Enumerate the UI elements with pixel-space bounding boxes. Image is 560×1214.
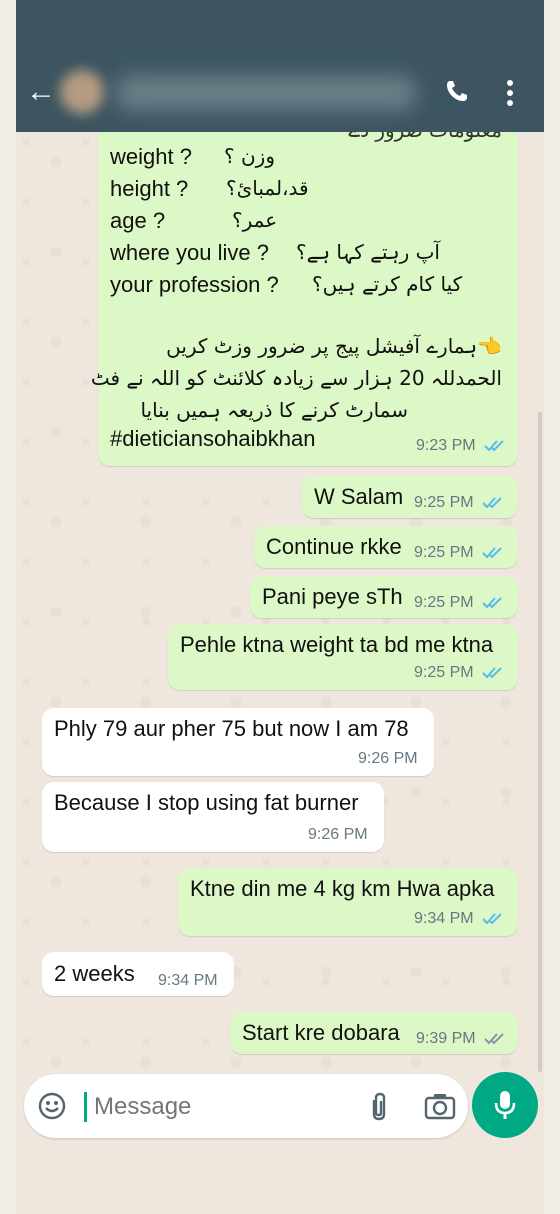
urdu-paragraph-line: 👈ہمارے آفیشل پیج پر ضرور وزٹ کریں	[166, 334, 502, 358]
message-partial-line: معلومات ضرور دے	[348, 132, 502, 142]
message-time: 9:34 PM	[414, 910, 506, 928]
read-ticks-icon	[484, 440, 504, 452]
timestamp: 9:26 PM	[308, 826, 368, 843]
form-line-ur: آپ رہتے کہا ہے؟	[296, 240, 440, 264]
message-text: Phly 79 aur pher 75 but now I am 78	[54, 716, 409, 741]
timestamp: 9:25 PM	[414, 594, 474, 611]
read-ticks-icon	[482, 597, 502, 609]
timestamp: 9:25 PM	[414, 544, 474, 561]
message-composer	[24, 1074, 468, 1138]
message-time: 9:25 PM	[414, 494, 506, 512]
timestamp: 9:39 PM	[416, 1030, 476, 1047]
message-text: Because I stop using fat burner	[54, 790, 359, 815]
message-time: 9:23 PM	[416, 437, 508, 455]
read-ticks-icon	[482, 913, 502, 925]
status-bar	[16, 0, 544, 60]
read-ticks-icon	[482, 547, 502, 559]
timestamp: 9:26 PM	[358, 750, 418, 767]
emoji-icon[interactable]	[38, 1092, 66, 1120]
message-text: W Salam	[314, 484, 404, 509]
more-options-icon[interactable]	[502, 78, 518, 108]
message-time: 9:25 PM	[414, 544, 506, 562]
form-line-ur: عمر؟	[232, 208, 278, 232]
form-line-ur: وزن ؟	[224, 144, 275, 168]
read-ticks-icon	[482, 667, 502, 679]
message-text: 2 weeks	[54, 961, 135, 986]
message-bubble-outgoing[interactable]: Pani peye sTh 9:25 PM	[250, 576, 518, 618]
message-bubble-outgoing[interactable]: Continue rkke 9:25 PM	[254, 526, 518, 568]
form-line-ur: کیا کام کرتے ہیں؟	[312, 272, 463, 296]
message-input[interactable]	[92, 1088, 346, 1126]
form-line-en: where you live ?	[110, 240, 269, 265]
message-text: Ktne din me 4 kg km Hwa apka	[190, 876, 495, 901]
message-time: 9:26 PM	[358, 750, 418, 768]
message-text: Start kre dobara	[242, 1020, 400, 1045]
contact-avatar[interactable]	[60, 70, 104, 114]
urdu-paragraph-line: الحمدللہ 20 ہزار سے زیادہ کلائنٹ کو اللہ…	[90, 366, 502, 390]
message-bubble-outgoing[interactable]: معلومات ضرور دے weight ? وزن ؟ height ? …	[91, 132, 518, 466]
camera-icon[interactable]	[424, 1092, 456, 1120]
form-line-en: weight ?	[110, 144, 192, 169]
message-bubble-outgoing[interactable]: W Salam 9:25 PM	[302, 476, 518, 518]
timestamp: 9:34 PM	[158, 972, 218, 989]
message-text: Pani peye sTh	[262, 584, 403, 609]
paperclip-icon[interactable]	[366, 1092, 392, 1122]
timestamp: 9:23 PM	[416, 437, 476, 454]
message-time: 9:25 PM	[414, 594, 506, 612]
message-text: Continue rkke	[266, 534, 402, 559]
form-line-en: height ?	[110, 176, 189, 201]
urdu-paragraph-line: سمارٹ کرنے کا ذریعہ ہمیں بنایا	[140, 398, 408, 422]
message-time: 9:34 PM	[158, 972, 218, 990]
form-line-en: age ?	[110, 208, 166, 233]
chat-screen: ← معلومات ضرور دے weight ? وزن ؟ height …	[16, 0, 544, 1214]
hashtag-link[interactable]: #dieticiansohaibkhan	[110, 426, 316, 452]
message-bubble-incoming[interactable]: Because I stop using fat burner 9:26 PM	[42, 782, 384, 852]
read-ticks-icon	[482, 497, 502, 509]
voice-record-button[interactable]	[472, 1072, 538, 1138]
call-icon[interactable]	[444, 78, 470, 104]
message-bubble-outgoing[interactable]: Start kre dobara 9:39 PM	[230, 1012, 518, 1054]
form-line-en: your profession ?	[110, 272, 279, 297]
message-time: 9:25 PM	[414, 664, 506, 682]
timestamp: 9:34 PM	[414, 910, 474, 927]
contact-name-blurred[interactable]	[116, 76, 416, 110]
message-bubble-outgoing[interactable]: Pehle ktna weight ta bd me ktna 9:25 PM	[168, 624, 518, 690]
message-bubble-outgoing[interactable]: Ktne din me 4 kg km Hwa apka 9:34 PM	[178, 868, 518, 936]
timestamp: 9:25 PM	[414, 664, 474, 681]
scrollbar[interactable]	[538, 412, 542, 1072]
form-line-ur: قد،لمبائ؟	[226, 176, 309, 200]
delivered-ticks-icon	[484, 1033, 504, 1045]
message-bubble-incoming[interactable]: Phly 79 aur pher 75 but now I am 78 9:26…	[42, 708, 434, 776]
message-list[interactable]: معلومات ضرور دے weight ? وزن ؟ height ? …	[16, 132, 544, 1076]
message-bubble-incoming[interactable]: 2 weeks 9:34 PM	[42, 952, 234, 996]
message-time: 9:39 PM	[416, 1030, 508, 1048]
mic-icon	[494, 1091, 516, 1119]
chat-header: ←	[16, 0, 544, 132]
text-cursor	[84, 1092, 87, 1122]
back-button[interactable]: ←	[26, 77, 56, 107]
timestamp: 9:25 PM	[414, 494, 474, 511]
message-time: 9:26 PM	[308, 826, 368, 844]
message-text: Pehle ktna weight ta bd me ktna	[180, 632, 494, 657]
